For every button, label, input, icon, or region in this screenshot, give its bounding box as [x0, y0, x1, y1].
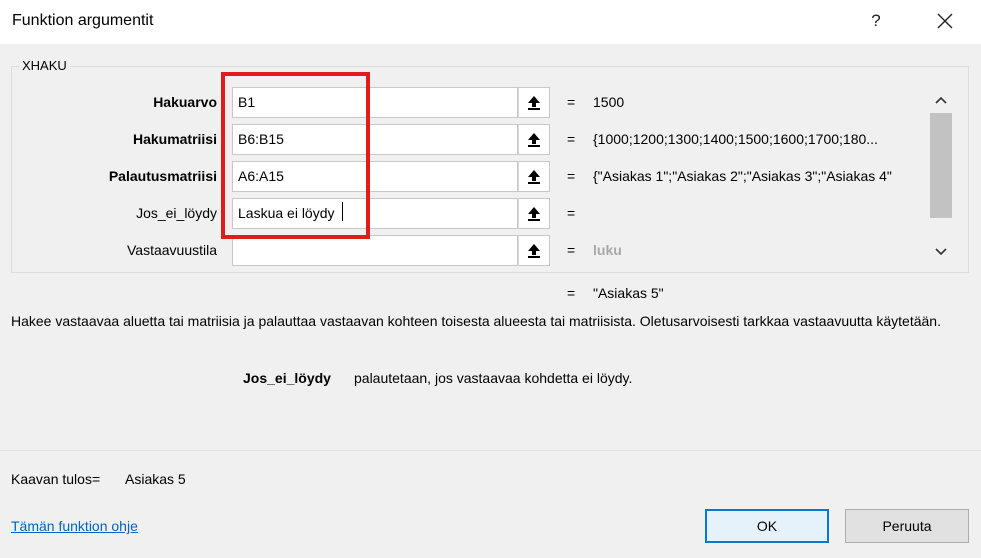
- title-bar: Funktion argumentit ?: [0, 0, 981, 44]
- collapse-button-palautusmatriisi[interactable]: [518, 161, 550, 192]
- arg-label-jos-ei-loydy: Jos_ei_löydy: [136, 205, 217, 221]
- arg-input-vastaavuustila[interactable]: [232, 235, 518, 266]
- formula-result-value: Asiakas 5: [125, 471, 186, 487]
- collapse-arrow-icon: [528, 244, 540, 258]
- equals-sign: =: [567, 94, 576, 110]
- arg-help-text: palautetaan, jos vastaavaa kohdetta ei l…: [354, 370, 633, 386]
- function-result-value: "Asiakas 5": [593, 285, 664, 301]
- scroll-thumb[interactable]: [930, 113, 952, 218]
- collapse-arrow-icon: [528, 170, 540, 184]
- arg-help-name: Jos_ei_löydy: [243, 370, 331, 386]
- dialog-title: Funktion argumentit: [12, 12, 154, 29]
- arg-input-palautusmatriisi[interactable]: A6:A15: [232, 161, 518, 192]
- divider: [0, 450, 981, 451]
- scroll-down-button[interactable]: [928, 241, 954, 263]
- collapse-button-hakumatriisi[interactable]: [518, 124, 550, 155]
- arg-value-hakuarvo: 1500: [593, 94, 625, 110]
- collapse-button-hakuarvo[interactable]: [518, 87, 550, 118]
- collapse-arrow-icon: [528, 96, 540, 110]
- equals-sign: =: [567, 242, 576, 258]
- chevron-up-icon: [935, 96, 947, 104]
- result-equals-sign: =: [567, 285, 576, 301]
- collapse-button-jos-ei-loydy[interactable]: [518, 198, 550, 229]
- collapse-arrow-icon: [528, 133, 540, 147]
- formula-result-label: Kaavan tulos=: [11, 471, 101, 487]
- function-description: Hakee vastaavaa aluetta tai matriisia ja…: [11, 313, 941, 329]
- arg-label-vastaavuustila: Vastaavuustila: [126, 242, 217, 258]
- ok-button[interactable]: OK: [705, 509, 829, 543]
- close-icon[interactable]: [930, 6, 960, 36]
- function-help-link[interactable]: Tämän funktion ohje: [11, 518, 138, 534]
- equals-sign: =: [567, 168, 576, 184]
- arguments-scrollbar[interactable]: [928, 87, 954, 267]
- function-name-label: XHAKU: [19, 58, 70, 73]
- help-button[interactable]: ?: [862, 6, 890, 36]
- scroll-up-button[interactable]: [928, 89, 954, 111]
- collapse-button-vastaavuustila[interactable]: [518, 235, 550, 266]
- chevron-down-icon: [935, 248, 947, 256]
- arg-label-hakuarvo: Hakuarvo: [153, 94, 217, 110]
- arg-value-hakumatriisi: {1000;1200;1300;1400;1500;1600;1700;180.…: [593, 131, 878, 147]
- arg-value-palautusmatriisi: {"Asiakas 1";"Asiakas 2";"Asiakas 3";"As…: [593, 168, 892, 184]
- collapse-arrow-icon: [528, 207, 540, 221]
- text-cursor: [342, 202, 343, 221]
- equals-sign: =: [567, 131, 576, 147]
- arg-value-vastaavuustila: luku: [593, 242, 622, 258]
- cancel-button[interactable]: Peruuta: [845, 509, 969, 543]
- arg-input-jos-ei-loydy[interactable]: Laskua ei löydy: [232, 198, 518, 229]
- arg-input-hakuarvo[interactable]: B1: [232, 87, 518, 118]
- arg-label-palautusmatriisi: Palautusmatriisi: [108, 168, 217, 184]
- arg-input-hakumatriisi[interactable]: B6:B15: [232, 124, 518, 155]
- arg-label-hakumatriisi: Hakumatriisi: [132, 131, 217, 147]
- equals-sign: =: [567, 205, 576, 221]
